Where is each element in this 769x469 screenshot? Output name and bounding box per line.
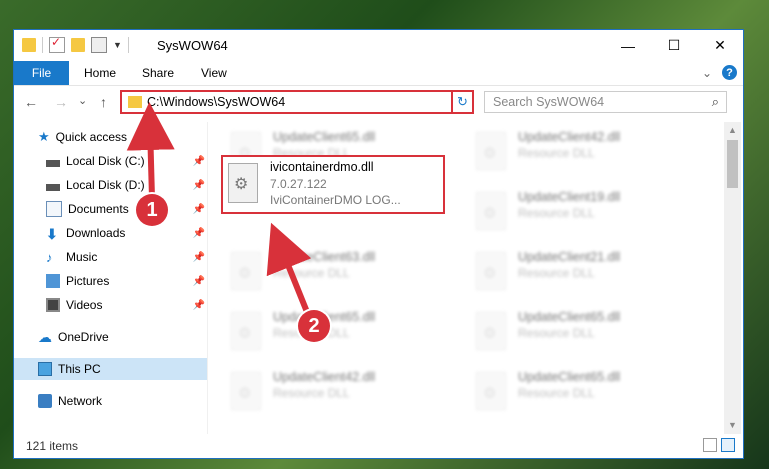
arrow-to-address-bar [126,102,175,199]
step-2-badge: 2 [298,310,330,342]
arrow-to-dll-file [266,222,312,314]
annotation-arrows [126,102,312,314]
step-1-badge: 1 [136,194,168,226]
